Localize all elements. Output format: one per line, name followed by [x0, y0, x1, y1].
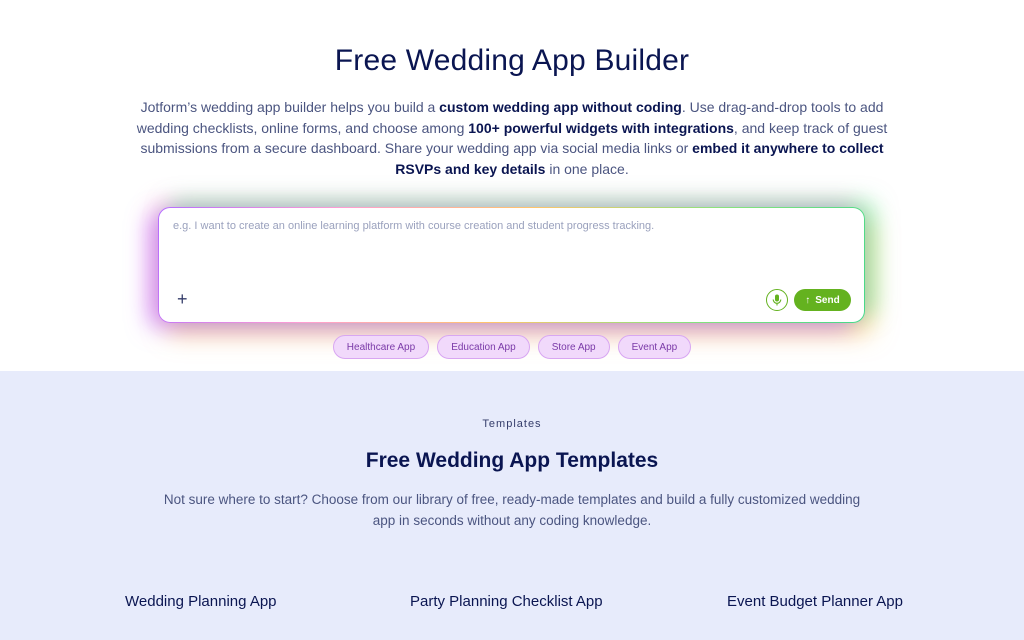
chip-healthcare-app[interactable]: Healthcare App	[332, 335, 430, 359]
hero-desc-bold-2: 100+ powerful widgets with integrations	[468, 119, 734, 136]
prompt-container: + ↑ Send	[158, 207, 865, 323]
template-card-wedding-planning[interactable]: Wedding Planning App	[125, 593, 277, 610]
send-label: Send	[815, 294, 840, 306]
template-card-party-planning-checklist[interactable]: Party Planning Checklist App	[410, 593, 603, 610]
hero-desc-part-4: in one place.	[545, 160, 629, 177]
send-button[interactable]: ↑ Send	[794, 289, 851, 311]
arrow-up-icon: ↑	[805, 294, 811, 306]
suggestion-chips: Healthcare App Education App Store App E…	[0, 335, 1024, 359]
microphone-icon	[772, 294, 782, 306]
templates-title: Free Wedding App Templates	[365, 449, 659, 472]
microphone-button[interactable]	[766, 289, 788, 311]
chip-store-app[interactable]: Store App	[537, 335, 610, 359]
hero-description: Jotform’s wedding app builder helps you …	[122, 97, 902, 179]
chip-education-app[interactable]: Education App	[437, 335, 530, 359]
templates-section: Templates Free Wedding App Templates Not…	[0, 371, 1024, 640]
templates-description: Not sure where to start? Choose from our…	[163, 492, 861, 528]
chip-event-app[interactable]: Event App	[617, 335, 692, 359]
templates-eyebrow: Templates	[482, 418, 542, 430]
page-title: Free Wedding App Builder	[334, 44, 690, 77]
hero-desc-part-1: Jotform’s wedding app builder helps you …	[140, 99, 440, 115]
prompt-box: + ↑ Send	[158, 207, 865, 323]
template-card-event-budget-planner[interactable]: Event Budget Planner App	[727, 593, 903, 610]
add-attachment-button[interactable]: +	[177, 290, 188, 308]
hero-section: Free Wedding App Builder Jotform’s weddi…	[0, 0, 1024, 371]
hero-desc-bold-1: custom wedding app without coding	[439, 99, 682, 115]
prompt-input[interactable]	[173, 220, 843, 232]
